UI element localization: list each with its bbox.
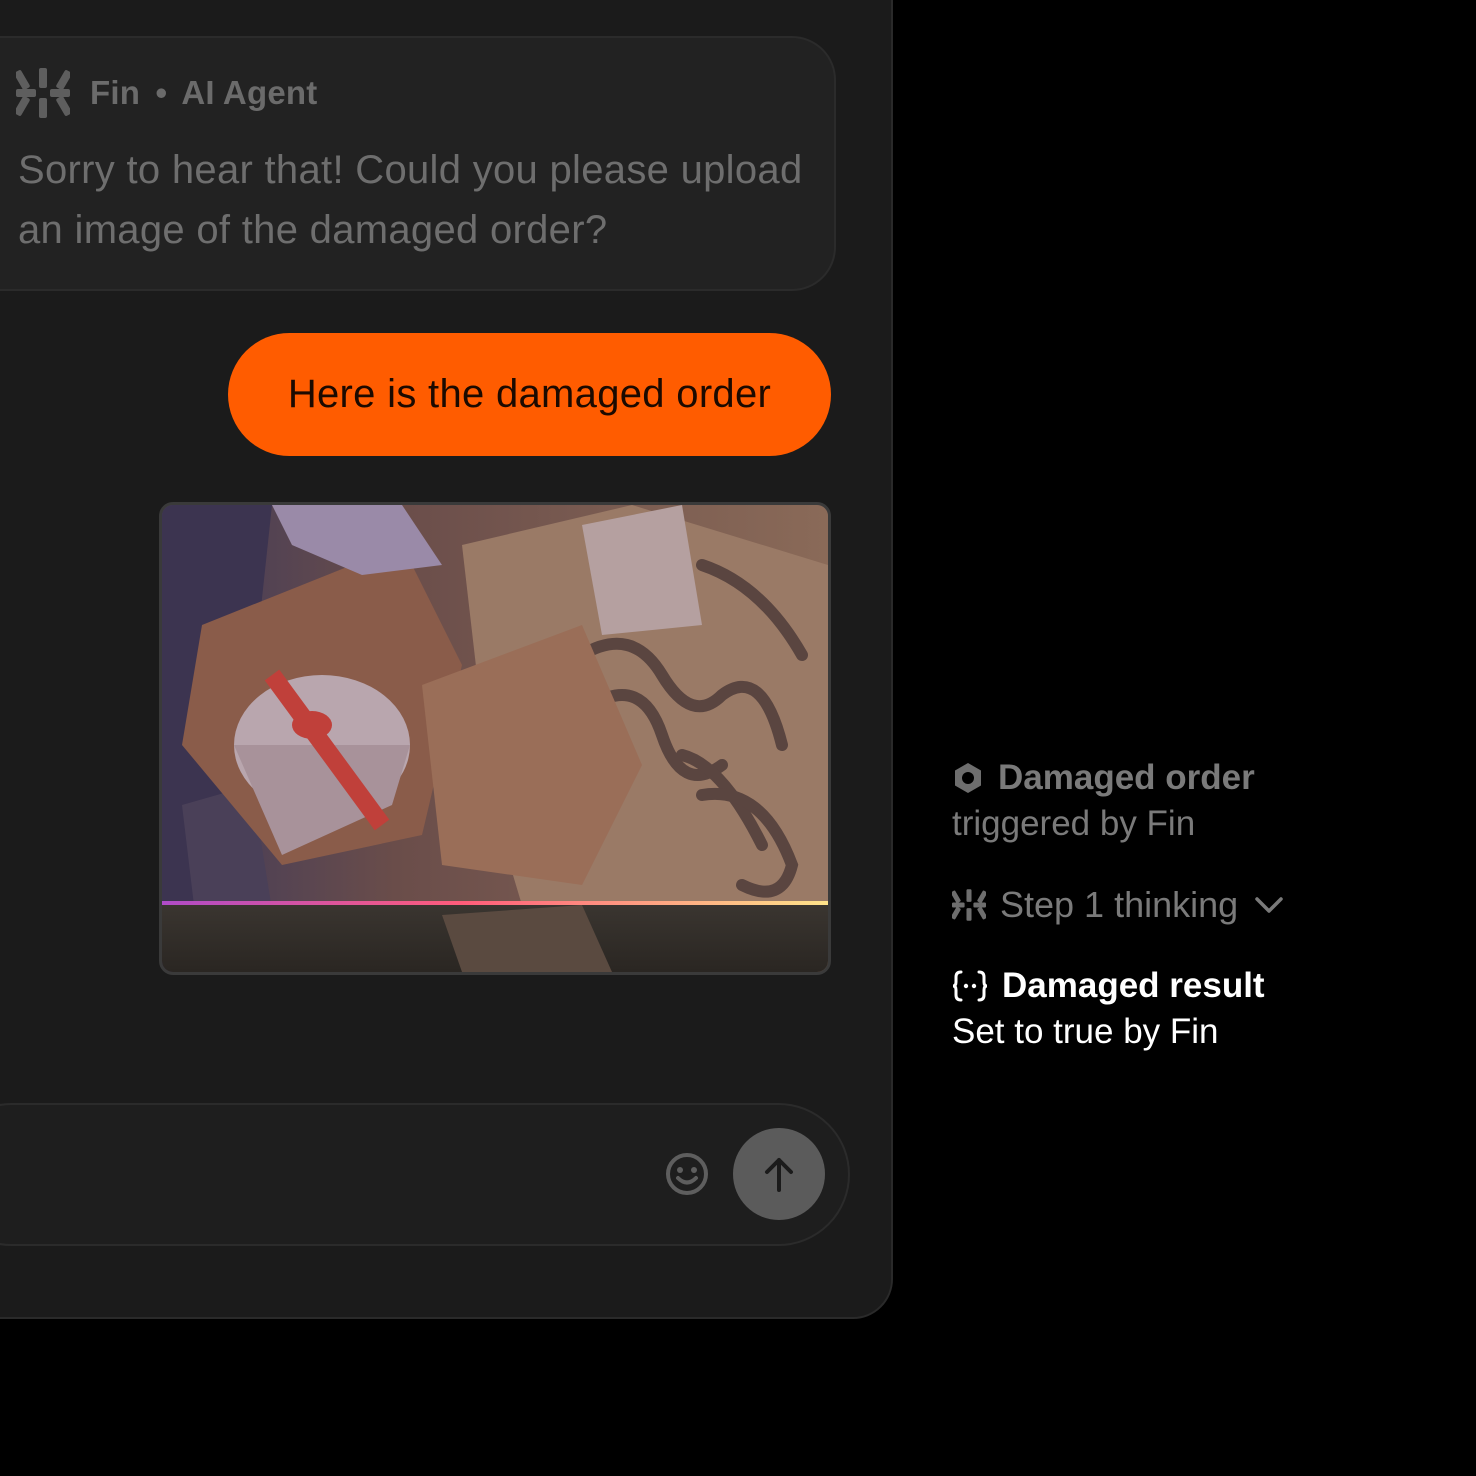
smiley-icon [666,1153,708,1195]
send-button[interactable] [733,1128,825,1220]
fin-logo-icon [16,68,70,118]
trigger-subtitle: triggered by Fin [952,804,1196,843]
agent-message-header: Fin • AI Agent [16,66,317,120]
step-label: Step 1 thinking [1000,884,1239,925]
step-thinking-toggle[interactable]: Step 1 thinking [952,884,1432,926]
emoji-button[interactable] [664,1151,710,1197]
agent-message-text: Sorry to hear that! Could you please upl… [18,148,803,252]
workflow-events: Damaged order triggered by Fin Step 1 th… [952,758,1432,1052]
fin-logo-icon [952,889,986,921]
trigger-title: Damaged order [998,758,1255,797]
damaged-order-photo [162,505,828,972]
chevron-down-icon [1255,897,1283,913]
braces-icon [952,970,988,1002]
message-composer[interactable] [0,1103,850,1246]
arrow-up-icon [765,1158,793,1192]
trigger-event: Damaged order triggered by Fin [952,758,1432,844]
result-title: Damaged result [1002,966,1265,1005]
hexagon-icon [955,763,981,793]
agent-sender-name: Fin • AI Agent [90,74,318,111]
result-event: Damaged result Set to true by Fin [952,966,1432,1052]
result-subtitle: Set to true by Fin [952,1012,1219,1051]
user-message-bubble: Here is the damaged order [228,333,831,456]
damaged-order-image[interactable] [159,502,831,975]
